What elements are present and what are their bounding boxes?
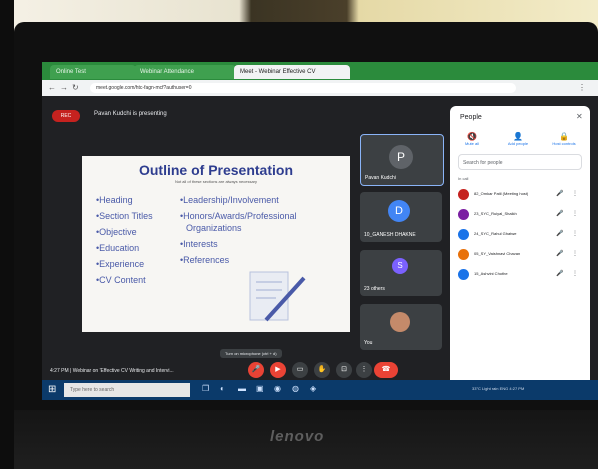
participant-row[interactable]: 24_SYC_Rahul Ghatwe 🎤 ⋮: [458, 228, 584, 242]
lock-icon: 🔒: [559, 132, 569, 141]
system-tray: 33°C Light rain ENG 4:27 PM: [472, 386, 525, 391]
participant-row[interactable]: 23_SYC_Ruiyal_Shaikh 🎤 ⋮: [458, 208, 584, 222]
present-button[interactable]: ⊡: [336, 362, 352, 378]
slide-bullet: •Honors/Awards/Professional: [180, 211, 297, 221]
host-controls-button[interactable]: 🔒 Host controls: [546, 132, 582, 146]
left-edge: [0, 0, 14, 469]
slide-bullet: •References: [180, 255, 230, 265]
meeting-time-title: 4:27 PM | Webinar on 'Effective CV Writi…: [50, 368, 174, 374]
browser-tab-active[interactable]: Meet - Webinar Effective CV: [234, 65, 350, 79]
hang-up-button[interactable]: ☎: [374, 362, 398, 378]
more-icon[interactable]: ⋮: [572, 270, 578, 277]
participant-tile-presenter[interactable]: P Pavan Kudchi: [360, 134, 444, 186]
avatar: [458, 229, 469, 240]
slide-bullet: •Experience: [96, 259, 145, 269]
mic-off-button[interactable]: 🎤: [248, 362, 264, 378]
avatar: [458, 249, 469, 260]
avatar: P: [389, 145, 413, 169]
slide-bullet: •CV Content: [96, 275, 146, 285]
reload-icon[interactable]: ↻: [72, 83, 79, 93]
mute-icon: 🔇: [467, 132, 477, 141]
close-icon[interactable]: ✕: [576, 112, 583, 121]
participant-name: 23 others: [364, 286, 385, 292]
avatar: [458, 189, 469, 200]
mic-icon[interactable]: 🎤: [556, 190, 563, 197]
avatar: D: [388, 200, 410, 222]
participant-name: You: [364, 340, 373, 346]
browser-tab[interactable]: Online Test: [50, 65, 136, 79]
laptop-screen: Online Test Webinar Attendance Meet - We…: [42, 62, 598, 400]
forward-icon[interactable]: →: [60, 83, 68, 93]
avatar: [458, 209, 469, 220]
slide-bullet-continued: Organizations: [186, 223, 242, 233]
more-icon[interactable]: ⋮: [572, 190, 578, 197]
add-people-button[interactable]: 👤 Add people: [500, 132, 536, 146]
slide-bullet: •Leadership/Involvement: [180, 195, 279, 205]
self-video-avatar: [390, 312, 410, 332]
participant-name: 10_GANESH DHAKNE: [364, 232, 416, 238]
app-icon[interactable]: ◈: [310, 384, 316, 393]
in-call-heading: In call: [458, 176, 469, 181]
taskbar-search-input[interactable]: Type here to search: [64, 383, 190, 397]
add-person-icon: 👤: [513, 132, 523, 141]
more-icon[interactable]: ⋮: [572, 250, 578, 257]
participant-row[interactable]: 15_Ashvini Chothe 🎤 ⋮: [458, 268, 584, 282]
avatar: [458, 269, 469, 280]
mic-icon[interactable]: 🎤: [556, 230, 563, 237]
task-view-icon[interactable]: ❐: [202, 384, 209, 393]
mic-icon[interactable]: 🎤: [556, 210, 563, 217]
recording-badge: REC: [52, 110, 80, 122]
slide-bullet: •Heading: [96, 195, 133, 205]
camera-off-button[interactable]: ▶: [270, 362, 286, 378]
app-icon[interactable]: ◍: [292, 384, 299, 393]
slide-bullet: •Education: [96, 243, 140, 253]
browser-tabstrip: Online Test Webinar Attendance Meet - We…: [42, 62, 598, 80]
mic-tooltip: Turn on microphone (ctrl + d): [220, 349, 282, 358]
captions-button[interactable]: ▭: [292, 362, 308, 378]
participant-row[interactable]: 05_SY_Vaishnavi Chavan 🎤 ⋮: [458, 248, 584, 262]
folder-icon[interactable]: ▬: [238, 384, 246, 393]
slide-bullet: •Section Titles: [96, 211, 153, 221]
raise-hand-button[interactable]: ✋: [314, 362, 330, 378]
laptop-brand-logo: lenovo: [270, 428, 325, 445]
document-pen-illustration: [249, 271, 306, 322]
windows-taskbar: ⊞ Type here to search ❐ ◐ ▬ ▣ ◉ ◍ ◈ 33°C…: [42, 380, 598, 400]
slide-title: Outline of Presentation: [138, 162, 293, 178]
avatar: S: [392, 258, 408, 274]
participant-tile-self[interactable]: You: [360, 304, 442, 350]
more-icon[interactable]: ⋮: [572, 230, 578, 237]
slide-bullet: •Interests: [180, 239, 218, 249]
browser-tab[interactable]: Webinar Attendance: [134, 65, 236, 79]
participant-row[interactable]: 82_Omkar Patil (Meeting host) 🎤 ⋮: [458, 188, 584, 202]
store-icon[interactable]: ▣: [256, 384, 264, 393]
people-panel-title: People: [460, 114, 482, 121]
chrome-icon[interactable]: ◉: [274, 384, 281, 393]
mute-all-button[interactable]: 🔇 Mute all: [454, 132, 490, 146]
participant-name: Pavan Kudchi: [365, 175, 396, 181]
mic-icon[interactable]: 🎤: [556, 270, 563, 277]
slide-bullet: •Objective: [96, 227, 137, 237]
windows-start-icon[interactable]: ⊞: [48, 384, 56, 395]
more-options-button[interactable]: ⋮: [356, 362, 372, 378]
people-panel: People ✕ 🔇 Mute all 👤 Add people 🔒 Host con…: [450, 106, 590, 400]
people-search-input[interactable]: Search for people: [458, 154, 582, 170]
url-field[interactable]: meet.google.com/htc-fagn-mcf?authuser=0: [90, 83, 516, 93]
back-icon[interactable]: ←: [48, 83, 56, 93]
meet-area: REC Pavan Kudchi is presenting Outline o…: [42, 96, 598, 400]
presenting-label: Pavan Kudchi is presenting: [94, 111, 167, 117]
more-icon[interactable]: ⋮: [572, 210, 578, 217]
slide-subtitle: Not all of these sections are always nec…: [174, 179, 258, 184]
menu-icon[interactable]: ⋮: [578, 83, 586, 93]
address-bar: ← → ↻ meet.google.com/htc-fagn-mcf?authu…: [42, 80, 598, 96]
presentation-slide: Outline of Presentation Not all of these…: [82, 156, 350, 332]
edge-icon[interactable]: ◐: [220, 384, 225, 393]
participant-tile[interactable]: D 10_GANESH DHAKNE: [360, 192, 442, 242]
mic-icon[interactable]: 🎤: [556, 250, 563, 257]
participant-tile-others[interactable]: S 23 others: [360, 250, 442, 296]
